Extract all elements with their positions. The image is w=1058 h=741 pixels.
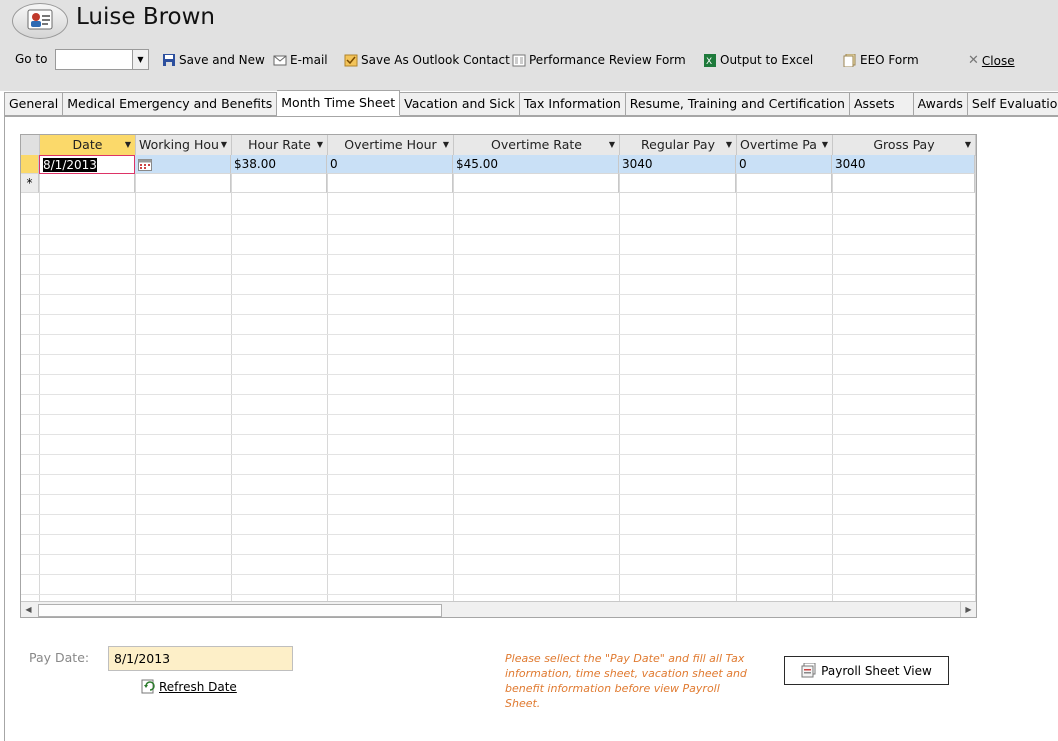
column-header-overtime-pay[interactable]: Overtime Pa ▼ <box>737 135 833 155</box>
outlook-contact-icon <box>344 54 358 66</box>
output-to-excel-label: Output to Excel <box>720 53 814 67</box>
tab-tax-information[interactable]: Tax Information <box>519 92 626 116</box>
column-filter-arrow-icon[interactable]: ▼ <box>221 135 227 155</box>
tab-medical-emergency-benefits[interactable]: Medical Emergency and Benefits <box>63 92 278 116</box>
column-filter-arrow-icon[interactable]: ▼ <box>443 135 449 155</box>
email-label: E-mail <box>290 53 328 67</box>
scroll-thumb[interactable] <box>38 604 442 617</box>
tab-general[interactable]: General <box>4 92 64 116</box>
working-hours-cell[interactable] <box>135 155 231 174</box>
datasheet-header-row: Date ▼ Working Hou ▼ Hour Rate ▼ Overtime H… <box>21 135 976 156</box>
scroll-right-arrow-icon[interactable]: ▶ <box>960 602 976 617</box>
document-stack-icon <box>843 53 856 67</box>
save-as-outlook-contact-button[interactable]: Save As Outlook Contact <box>344 53 510 67</box>
eeo-form-label: EEO Form <box>860 53 919 67</box>
chevron-down-icon[interactable]: ▼ <box>132 50 148 69</box>
save-icon <box>163 53 175 66</box>
column-filter-arrow-icon[interactable]: ▼ <box>965 135 971 155</box>
close-icon: ✕ <box>968 53 979 68</box>
save-and-new-button[interactable]: Save and New <box>162 53 265 67</box>
column-header-regular-pay[interactable]: Regular Pay ▼ <box>620 135 737 155</box>
tab-self-evaluation[interactable]: Self Evaluation <box>967 92 1058 116</box>
page-title: Luise Brown <box>76 4 216 30</box>
column-header-working-hours[interactable]: Working Hou ▼ <box>136 135 232 155</box>
refresh-date-button[interactable]: Refresh Date <box>141 679 237 694</box>
column-filter-arrow-icon[interactable]: ▼ <box>822 135 828 155</box>
excel-icon: X <box>704 53 716 67</box>
performance-review-form-button[interactable]: Performance Review Form <box>512 53 686 67</box>
close-button[interactable]: ✕ Close <box>968 53 1015 68</box>
horizontal-scrollbar[interactable]: ◀ ▶ <box>21 601 976 617</box>
goto-dropdown[interactable]: ▼ <box>55 49 149 70</box>
gross-pay-cell[interactable]: 3040 <box>832 155 975 174</box>
new-overtime-hour-cell[interactable] <box>327 174 453 193</box>
new-hour-rate-cell[interactable] <box>231 174 327 193</box>
new-record-row[interactable]: * <box>21 174 976 193</box>
column-header-gross-pay[interactable]: Gross Pay ▼ <box>833 135 976 155</box>
time-sheet-datasheet[interactable]: Date ▼ Working Hou ▼ Hour Rate ▼ Overtime H… <box>20 134 977 618</box>
payroll-sheet-view-button[interactable]: Payroll Sheet View <box>784 656 949 685</box>
new-working-hours-cell[interactable] <box>135 174 231 193</box>
column-filter-arrow-icon[interactable]: ▼ <box>317 135 323 155</box>
column-header-overtime-rate[interactable]: Overtime Rate ▼ <box>454 135 620 155</box>
pay-date-label: Pay Date: <box>29 650 90 665</box>
header-bar: Luise Brown Go to ▼ Save and New E-mail … <box>0 0 1058 91</box>
report-icon <box>801 663 816 678</box>
select-all-corner[interactable] <box>21 135 40 155</box>
new-gross-pay-cell[interactable] <box>832 174 975 193</box>
column-filter-arrow-icon[interactable]: ▼ <box>726 135 732 155</box>
new-overtime-rate-cell[interactable] <box>453 174 619 193</box>
payroll-sheet-view-label: Payroll Sheet View <box>821 663 932 678</box>
performance-review-form-label: Performance Review Form <box>529 53 686 67</box>
date-cell[interactable]: 8/1/2013 <box>39 155 135 174</box>
email-button[interactable]: E-mail <box>273 53 328 67</box>
scroll-left-arrow-icon[interactable]: ◀ <box>21 602 36 617</box>
eeo-form-button[interactable]: EEO Form <box>843 53 919 67</box>
tab-month-time-sheet[interactable]: Month Time Sheet <box>277 90 401 116</box>
overtime-hour-cell[interactable]: 0 <box>327 155 453 174</box>
form-icon <box>512 54 526 66</box>
new-record-marker: * <box>21 174 39 193</box>
tab-assets[interactable]: Assets <box>849 92 914 116</box>
tab-vacation-sick[interactable]: Vacation and Sick <box>400 92 520 116</box>
column-header-date[interactable]: Date ▼ <box>40 135 136 155</box>
tab-strip: General Medical Emergency and Benefits M… <box>4 90 1058 116</box>
overtime-rate-cell[interactable]: $45.00 <box>453 155 619 174</box>
refresh-icon <box>141 679 155 694</box>
contact-card-icon <box>12 3 68 39</box>
save-and-new-label: Save and New <box>179 53 265 67</box>
tab-awards[interactable]: Awards <box>913 92 968 116</box>
regular-pay-cell[interactable]: 3040 <box>619 155 736 174</box>
column-filter-arrow-icon[interactable]: ▼ <box>125 135 131 155</box>
table-row[interactable]: 8/1/2013 $38.00 0 $45.00 3040 0 3040 <box>21 155 976 174</box>
new-date-cell[interactable] <box>39 174 135 193</box>
payroll-instruction-note: Please sellect the "Pay Date" and fill a… <box>505 652 747 710</box>
save-as-outlook-contact-label: Save As Outlook Contact <box>361 53 510 67</box>
new-overtime-pay-cell[interactable] <box>736 174 832 193</box>
close-label: Close <box>981 53 1015 68</box>
hour-rate-cell[interactable]: $38.00 <box>231 155 327 174</box>
envelope-icon <box>273 55 287 65</box>
column-header-overtime-hour[interactable]: Overtime Hour ▼ <box>328 135 454 155</box>
calendar-icon[interactable] <box>138 158 152 171</box>
new-regular-pay-cell[interactable] <box>619 174 736 193</box>
overtime-pay-cell[interactable]: 0 <box>736 155 832 174</box>
column-filter-arrow-icon[interactable]: ▼ <box>609 135 615 155</box>
goto-label: Go to <box>15 52 48 66</box>
pay-date-field[interactable]: 8/1/2013 <box>108 646 293 671</box>
refresh-date-label: Refresh Date <box>159 679 237 694</box>
svg-text:X: X <box>706 57 712 67</box>
tab-resume-training-certification[interactable]: Resume, Training and Certification <box>625 92 850 116</box>
record-selector[interactable] <box>21 155 39 174</box>
column-header-hour-rate[interactable]: Hour Rate ▼ <box>232 135 328 155</box>
output-to-excel-button[interactable]: X Output to Excel <box>703 53 813 67</box>
